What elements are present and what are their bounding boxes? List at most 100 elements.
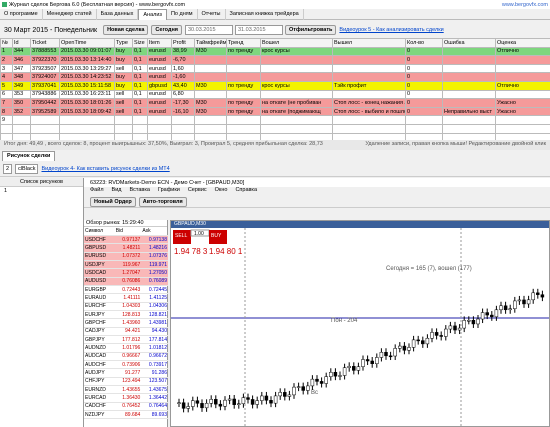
tab-database[interactable]: База данных [97, 9, 139, 20]
tab-analysis[interactable]: Анализ [138, 9, 167, 20]
column-header[interactable]: Кол-во [405, 38, 443, 48]
tab-about[interactable]: О программе [0, 9, 43, 20]
table-row[interactable]: 7 350 37950442 2015.03.30 18:01:26 sell 0,1 eu… [0, 98, 550, 108]
column-header[interactable]: Type [114, 38, 133, 48]
column-header[interactable]: Profit [171, 38, 195, 48]
buy-button[interactable]: BUY [211, 233, 222, 239]
mt4-menu-insert[interactable]: Вставка [129, 187, 149, 196]
market-watch-row[interactable]: EURCAD 1.36430 1.36442 [84, 393, 168, 403]
lot-input[interactable]: 1.00 [194, 231, 204, 237]
sell-button[interactable]: SELL [175, 233, 187, 239]
new-order-button[interactable]: Новый Ордер [90, 196, 136, 207]
price-chart[interactable]: GBPAUD,M30 SELL 1.00 BUY 1.94 78 3 1.94 … [170, 220, 550, 427]
autotrade-button[interactable]: Авто-торговля [138, 196, 187, 207]
market-watch-cell: 1.04303 [114, 302, 142, 311]
today-button[interactable]: Сегодня [151, 25, 182, 35]
tab-deal-picture[interactable]: Рисунок сделки [2, 151, 56, 161]
market-watch-row[interactable]: EURNZD 1.43655 1.43675 [84, 385, 168, 395]
market-watch-row[interactable]: AUDNZD 1.01796 1.01812 [84, 343, 168, 353]
market-watch-cell: CADJPY [84, 327, 115, 336]
column-header[interactable]: Оценка [495, 38, 550, 48]
column-header[interactable]: Таймфрейм [194, 38, 227, 48]
pen-size-select[interactable]: 2 [3, 164, 13, 174]
mt4-menu-charts[interactable]: Графики [158, 187, 180, 196]
tab-by-day[interactable]: По дням [167, 9, 198, 20]
table-cell: gbpusd [147, 80, 172, 91]
table-row[interactable]: 3 347 37923507 2015.03.30 13:29:27 sell 0,1 eu… [0, 63, 550, 74]
column-header[interactable]: Тренд [226, 38, 261, 48]
table-row[interactable] [0, 123, 550, 134]
table-cell: -6,70 [171, 55, 195, 65]
candle-body [526, 299, 531, 305]
market-watch-row[interactable]: CHFJPY 123.494 123.507 [84, 377, 168, 387]
column-header[interactable]: Item [147, 38, 172, 48]
market-watch-row[interactable]: USDJPY 119.967 119.971 [84, 260, 168, 270]
market-watch-row[interactable]: NZDJPY 89.684 89.693 [84, 410, 168, 420]
video-lesson-5-link[interactable]: Видеоурок 5 - Как анализировать сделки [339, 27, 443, 33]
market-watch-row[interactable]: AUDJPY 91.277 91.286 [84, 368, 168, 378]
mt4-menu-help[interactable]: Справка [235, 187, 257, 196]
table-cell [495, 115, 550, 125]
table-row[interactable]: 4 348 37924007 2015.03.30 14:23:52 buy 0,1 eur… [0, 72, 550, 82]
mt4-menu-view[interactable]: Вид [112, 187, 122, 196]
table-cell [59, 115, 115, 125]
column-header[interactable]: Ticket [30, 38, 60, 48]
market-watch-row[interactable]: AUDUSD 0.76086 0.76089 [84, 277, 168, 286]
tab-reports[interactable]: Отчеты [198, 9, 226, 20]
table-cell: 349 [12, 80, 31, 91]
market-watch-row[interactable]: CADJPY 94.421 94.430 [84, 327, 168, 336]
market-watch-row[interactable]: AUDCHF 0.73906 0.73917 [84, 360, 168, 370]
market-watch-row[interactable]: EURJPY 128.813 128.821 [84, 310, 168, 320]
market-watch-row[interactable]: GBPUSD 1.48211 1.48216 [84, 243, 168, 253]
market-watch-row[interactable]: USDCHF 0.97137 0.97138 [84, 235, 168, 245]
market-watch-row[interactable]: GBPCHF 1.43960 1.43981 [84, 318, 168, 328]
mt4-menu-window[interactable]: Окно [215, 187, 228, 196]
pictures-list-item[interactable]: 1 [0, 187, 83, 195]
table-row[interactable]: 6 353 37943886 2015.03.30 16:23:11 sell 0,1 eu… [0, 89, 550, 100]
mt4-menu-tools[interactable]: Сервис [188, 187, 207, 196]
window-url[interactable]: www.bergovfx.com [502, 2, 548, 8]
column-header[interactable]: Size [132, 38, 148, 48]
column-header[interactable]: Ошибка [442, 38, 496, 48]
table-cell [332, 123, 406, 134]
mt4-menu-file[interactable]: Файл [90, 187, 104, 196]
trades-table: № Id Ticket OpenTime Type Size Item Profit Таймф… [0, 38, 550, 143]
table-row[interactable]: 2 346 37922370 2015.03.30 13:14:40 buy 0,1 eur… [0, 55, 550, 65]
market-watch-row[interactable]: USDCAD 1.27047 1.27050 [84, 268, 168, 278]
date-from-input[interactable]: 30.03.2015 [184, 25, 233, 35]
column-header[interactable]: OpenTime [59, 38, 115, 48]
column-header[interactable]: № [0, 38, 13, 48]
candle-body [407, 347, 411, 351]
market-watch-row[interactable]: GBPJPY 177.812 177.814 [84, 335, 168, 345]
market-watch-row[interactable]: CADCHF 0.76452 0.76464 [84, 402, 168, 412]
market-watch-row[interactable]: AUDCAD 0.96667 0.96672 [84, 352, 168, 362]
market-watch-row[interactable]: EURAUD 1.41111 1.41125 [84, 293, 168, 303]
table-row[interactable]: 9 [0, 115, 550, 125]
table-cell: на откате (не пробиван [260, 98, 333, 108]
candles [177, 288, 545, 413]
market-watch-row[interactable]: EURUSD 1.07372 1.07376 [84, 252, 168, 261]
color-select[interactable]: clBlack [15, 164, 39, 174]
market-watch-cell: 1.41125 [141, 293, 168, 303]
table-cell: 0 [405, 55, 443, 65]
table-cell: Стоп лосс - выбило и пошло дальше [332, 106, 406, 117]
column-header[interactable]: Вышел [332, 38, 406, 48]
date-to-input[interactable]: 31.03.2015 [234, 25, 283, 35]
table-row[interactable]: 5 349 37937041 2015.03.30 15:11:58 buy 0,1 gbp… [0, 80, 550, 91]
tab-notebook[interactable]: Записная книжка трейдера [226, 9, 304, 20]
new-deal-button[interactable]: Новая сделка [103, 25, 149, 35]
filter-button[interactable]: Отфильтровать [284, 25, 337, 35]
market-watch-row[interactable]: EURCHF 1.04303 1.04306 [84, 302, 168, 311]
annotation-sunday: Вс [311, 390, 318, 396]
market-watch-cell: 89.684 [114, 410, 142, 420]
candle-body [439, 335, 443, 337]
table-row[interactable]: 8 352 37952589 2015.03.30 18:09:42 sell 0,1 eu… [0, 106, 550, 117]
market-watch-row[interactable]: EURGBP 0.72443 0.72445 [84, 285, 168, 295]
column-header[interactable]: Id [12, 38, 31, 48]
column-header[interactable]: Вошел [260, 38, 333, 48]
video-lesson-4-link[interactable]: Видеоурок 4- Как вставить рисунок сделки… [41, 166, 169, 172]
tab-article-manager[interactable]: Менеджер статей [43, 9, 97, 20]
table-cell: eurusd [147, 46, 172, 57]
table-cell: 0,1 [132, 106, 148, 117]
table-row[interactable]: 1 344 37888553 2015.03.30 09:01:07 buy 0,1 eur… [0, 46, 550, 57]
